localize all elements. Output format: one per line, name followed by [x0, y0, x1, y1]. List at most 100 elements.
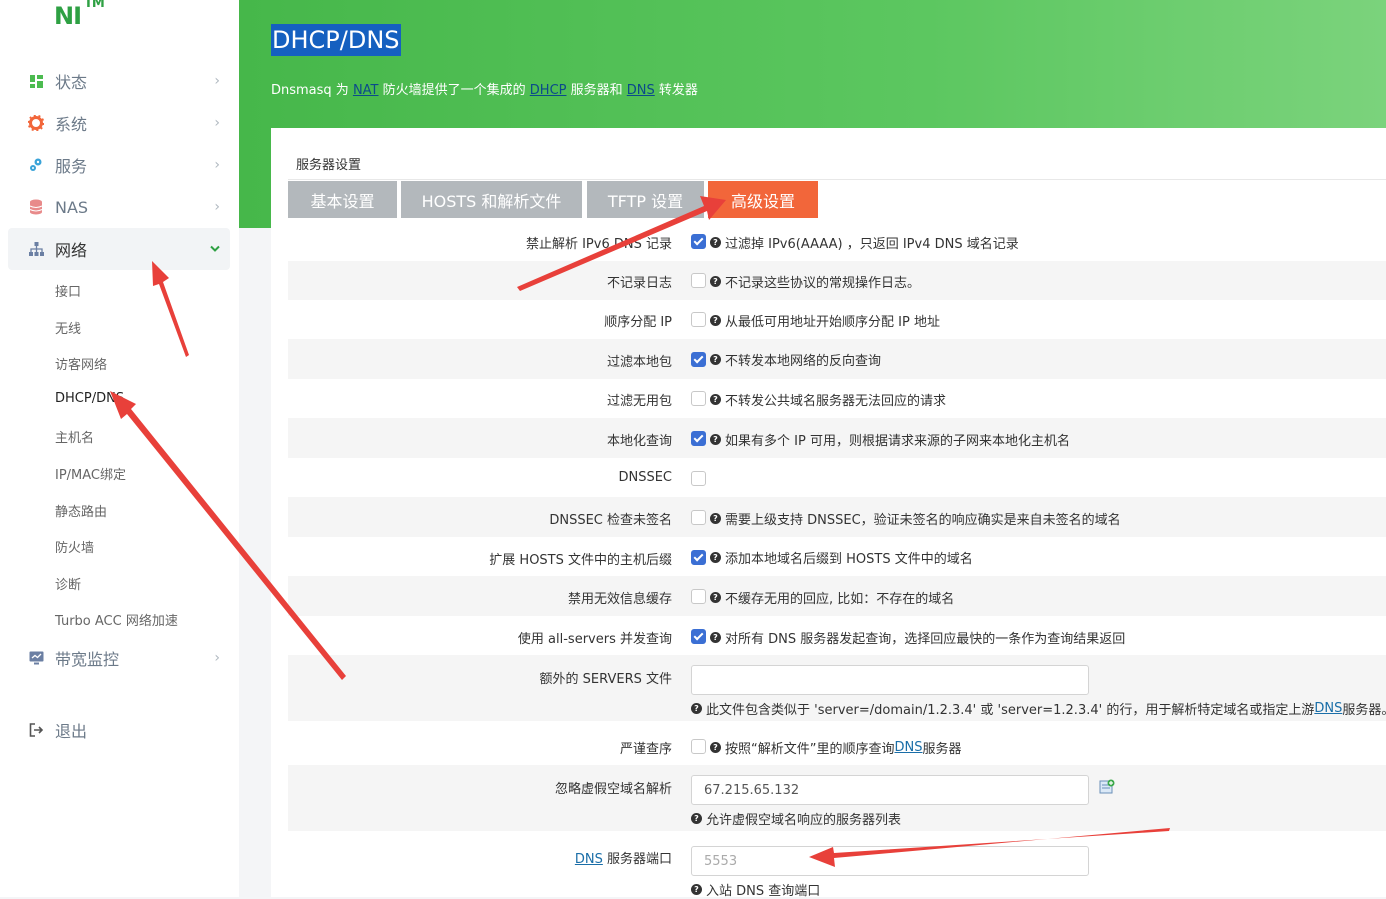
submenu-item-dhcp-dns[interactable]: DHCP/DNS	[55, 391, 124, 406]
submenu-item-static-routes[interactable]: 静态路由	[55, 501, 107, 520]
extra-servers-input[interactable]	[691, 665, 1089, 695]
submenu-item-hostnames[interactable]: 主机名	[55, 427, 94, 446]
monitor-icon	[28, 650, 44, 666]
network-icon	[28, 241, 44, 257]
setting-label: 禁用无效信息缓存	[567, 592, 672, 607]
setting-label: 严谨查序	[619, 742, 672, 757]
menu-label: 服务	[55, 157, 88, 176]
menu-label: 带宽监控	[55, 650, 120, 669]
setting-row-extra-servers: 额外的 SERVERS 文件 ? 此文件包含类似于 'server=/domain…	[288, 655, 1386, 721]
database-icon	[28, 199, 44, 215]
setting-label: DNS 服务器端口	[574, 852, 672, 867]
setting-checkbox[interactable]	[691, 589, 706, 604]
chevron-down-icon	[210, 241, 220, 257]
setting-help: ? 入站 DNS 查询端口	[691, 880, 820, 899]
services-icon	[28, 157, 44, 173]
setting-help: ? 按照“解析文件”里的顺序查询 DNS 服务器	[710, 738, 962, 757]
help-icon: ?	[710, 434, 721, 445]
menu-item-status[interactable]: 状态 ›	[8, 60, 230, 102]
setting-label: 本地化查询	[606, 434, 672, 449]
submenu-item-firewall[interactable]: 防火墙	[55, 537, 94, 556]
setting-label: 顺序分配 IP	[604, 315, 672, 330]
logout-icon	[28, 722, 44, 738]
help-icon: ?	[710, 394, 721, 405]
setting-row-dns-port: DNS 服务器端口 5553 ? 入站 DNS 查询端口	[288, 831, 1386, 899]
setting-label: 不记录日志	[606, 276, 672, 291]
setting-checkbox[interactable]	[691, 431, 706, 446]
setting-checkbox[interactable]	[691, 510, 706, 525]
setting-checkbox[interactable]	[691, 352, 706, 367]
dhcp-link[interactable]: DHCP	[530, 83, 567, 98]
menu-item-bandwidth-monitor[interactable]: 带宽监控 ›	[8, 637, 230, 679]
dns-link[interactable]: DNS	[575, 852, 603, 867]
help-icon: ?	[710, 592, 721, 603]
help-icon: ?	[710, 632, 721, 643]
menu-label: 系统	[55, 115, 88, 134]
chevron-right-icon: ›	[214, 157, 220, 173]
setting-label: 使用 all-servers 并发查询	[517, 632, 672, 647]
page-description: Dnsmasq 为 NAT 防火墙提供了一个集成的 DHCP 服务器和 DNS …	[271, 83, 698, 98]
tab-tftp-settings[interactable]: TFTP 设置	[587, 181, 704, 218]
dns-port-input[interactable]: 5553	[691, 846, 1089, 876]
setting-row-filter-aaaa: 禁止解析 IPv6 DNS 记录 ? 过滤掉 IPv6(AAAA) ，只返回 IP…	[288, 221, 1386, 261]
setting-label: DNSSEC 检查未签名	[549, 513, 672, 528]
setting-label: 忽略虚假空域名解析	[554, 782, 672, 797]
tab-hosts-resolv[interactable]: HOSTS 和解析文件	[401, 181, 582, 218]
setting-checkbox[interactable]	[691, 234, 706, 249]
setting-help: ? 过滤掉 IPv6(AAAA) ，只返回 IPv4 DNS 域名记录	[710, 233, 1019, 252]
menu-item-system[interactable]: 系统 ›	[8, 102, 230, 144]
setting-checkbox[interactable]	[691, 312, 706, 327]
setting-help: ? 不转发本地网络的反向查询	[710, 350, 881, 369]
nat-link[interactable]: NAT	[353, 83, 379, 98]
menu-item-network[interactable]: 网络	[8, 228, 230, 270]
setting-row-sequential-ip: 顺序分配 IP ? 从最低可用地址开始顺序分配 IP 地址	[288, 300, 1386, 339]
help-icon: ?	[710, 552, 721, 563]
setting-row-quiet-log: 不记录日志 ? 不记录这些协议的常规操作日志。	[288, 261, 1386, 300]
menu-item-logout[interactable]: 退出	[8, 709, 230, 751]
tab-advanced-settings[interactable]: 高级设置	[708, 181, 818, 218]
setting-row-localise-queries: 本地化查询 ? 如果有多个 IP 可用，则根据请求来源的子网来本地化主机名	[288, 418, 1386, 458]
setting-help: ? 需要上级支持 DNSSEC，验证未签名的响应确实是来自未签名的域名	[710, 509, 1121, 528]
setting-help: ? 不转发公共域名服务器无法回应的请求	[710, 390, 946, 409]
setting-label: 禁止解析 IPv6 DNS 记录	[525, 237, 672, 252]
page-title: DHCP/DNS	[271, 24, 401, 56]
help-icon: ?	[691, 813, 702, 824]
help-icon: ?	[710, 513, 721, 524]
setting-label: 过滤本地包	[606, 355, 672, 370]
bogus-nxdomain-input[interactable]: 67.215.65.132	[691, 775, 1089, 805]
chevron-right-icon: ›	[214, 199, 220, 215]
setting-checkbox[interactable]	[691, 739, 706, 754]
dns-link[interactable]: DNS	[627, 83, 655, 98]
logo: NI TM	[54, 0, 105, 30]
submenu-item-interfaces[interactable]: 接口	[55, 281, 81, 300]
help-icon: ?	[691, 884, 702, 895]
setting-checkbox[interactable]	[691, 471, 706, 486]
dashboard-icon	[28, 73, 44, 89]
sidebar: NI TM 状态 › 系统 › 服务 › NAS › 网络 接口 无线 访客网络…	[0, 0, 239, 897]
section-title: 服务器设置	[296, 158, 362, 173]
tab-basic-settings[interactable]: 基本设置	[288, 181, 397, 218]
setting-checkbox[interactable]	[691, 550, 706, 565]
gear-icon	[28, 115, 44, 131]
setting-label: 额外的 SERVERS 文件	[539, 672, 672, 687]
add-entry-icon[interactable]	[1099, 779, 1115, 799]
setting-row-strict-order: 严谨查序 ? 按照“解析文件”里的顺序查询 DNS 服务器	[288, 721, 1386, 765]
menu-item-nas[interactable]: NAS ›	[8, 186, 230, 228]
help-icon: ?	[710, 742, 721, 753]
submenu-item-wireless[interactable]: 无线	[55, 318, 81, 337]
dns-link[interactable]: DNS	[894, 740, 922, 755]
submenu-item-turbo-acc[interactable]: Turbo ACC 网络加速	[55, 610, 178, 629]
setting-help: ? 不记录这些协议的常规操作日志。	[710, 272, 920, 291]
menu-label: NAS	[55, 197, 89, 217]
menu-label: 退出	[55, 722, 88, 741]
setting-help: ? 不缓存无用的回应, 比如：不存在的域名	[710, 588, 954, 607]
submenu-item-ip-mac-binding[interactable]: IP/MAC绑定	[55, 464, 126, 483]
setting-checkbox[interactable]	[691, 391, 706, 406]
setting-checkbox[interactable]	[691, 629, 706, 644]
setting-checkbox[interactable]	[691, 273, 706, 288]
submenu-item-guest-network[interactable]: 访客网络	[55, 354, 107, 373]
menu-item-services[interactable]: 服务 ›	[8, 144, 230, 186]
dns-link[interactable]: DNS	[1314, 701, 1342, 716]
submenu-item-diagnostics[interactable]: 诊断	[55, 574, 81, 593]
divider	[288, 179, 1386, 180]
